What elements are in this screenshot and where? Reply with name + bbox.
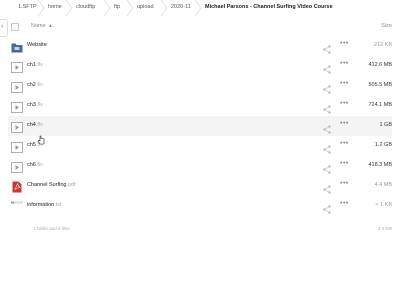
chevron-left-icon: ‹ — [1, 24, 3, 30]
file-list-header: Name ▲ Size — [8, 20, 392, 34]
file-row[interactable]: ch5.flv ••• 1.2 GB — [8, 136, 392, 156]
share-icon[interactable] — [323, 121, 331, 134]
file-row[interactable]: ch2.flv ••• 505.5 MB — [8, 76, 392, 96]
file-row[interactable]: Website ••• 212 KB — [8, 36, 392, 56]
file-name[interactable]: ch2.flv — [27, 82, 43, 88]
file-name[interactable]: Website — [27, 42, 47, 48]
file-row[interactable]: ch4.flv ••• 1 GB — [8, 116, 392, 136]
video-file-icon — [11, 100, 23, 113]
file-row[interactable]: ch1.flv ••• 412.6 MB — [8, 56, 392, 76]
file-size: 418.3 MB — [368, 162, 392, 168]
share-icon[interactable] — [323, 101, 331, 114]
file-extension: .flv — [35, 102, 43, 108]
share-icon[interactable] — [323, 61, 331, 74]
more-options-icon[interactable]: ••• — [340, 40, 349, 47]
file-extension: .flv — [35, 82, 43, 88]
breadcrumb-separator-icon — [126, 0, 136, 16]
select-all-checkbox[interactable] — [11, 23, 19, 31]
file-extension: .flv — [35, 122, 43, 128]
breadcrumb-item[interactable]: cloudftp — [76, 4, 95, 10]
name-column-header[interactable]: Name — [31, 23, 46, 29]
file-basename: ch5 — [27, 142, 36, 148]
file-basename: ch6 — [27, 162, 36, 168]
breadcrumb: 1.SFTP home cloudftp ftp upload 2020-11 Michae… — [0, 0, 400, 16]
file-basename: Website — [27, 42, 47, 48]
breadcrumb-item[interactable]: Michael Parsons - Channel Surfing Video … — [205, 4, 333, 10]
file-row[interactable]: ch3.flv ••• 724.1 MB — [8, 96, 392, 116]
breadcrumb-item[interactable]: upload — [137, 4, 154, 10]
file-extension: .flv — [35, 162, 43, 168]
breadcrumb-separator-icon — [194, 0, 204, 16]
share-icon[interactable] — [323, 201, 331, 214]
breadcrumb-separator-icon — [37, 0, 47, 16]
more-options-icon[interactable]: ••• — [340, 200, 349, 207]
file-basename: ch2 — [27, 82, 36, 88]
video-file-icon — [11, 80, 23, 93]
file-row[interactable]: ch6.flv ••• 418.3 MB — [8, 156, 392, 176]
sort-ascending-icon[interactable]: ▲ — [48, 23, 53, 29]
file-summary: 1 folder and 8 files 4.2 GB — [8, 224, 392, 236]
file-name[interactable]: information.txt — [27, 202, 62, 208]
share-icon[interactable] — [323, 181, 331, 194]
share-icon[interactable] — [323, 141, 331, 154]
more-options-icon[interactable]: ••• — [340, 160, 349, 167]
mouse-pointer-icon — [37, 135, 45, 145]
video-file-icon — [11, 60, 23, 73]
share-icon[interactable] — [323, 41, 331, 54]
file-basename: ch1 — [27, 62, 36, 68]
more-options-icon[interactable]: ••• — [340, 80, 349, 87]
file-name[interactable]: ch6.flv — [27, 162, 43, 168]
breadcrumb-separator-icon — [103, 0, 113, 16]
folder-icon — [11, 40, 23, 53]
pdf-file-icon — [11, 180, 23, 193]
breadcrumb-separator-icon — [65, 0, 75, 16]
file-extension: .flv — [35, 62, 43, 68]
more-options-icon[interactable]: ••• — [340, 60, 349, 67]
more-options-icon[interactable]: ••• — [340, 120, 349, 127]
breadcrumb-item[interactable]: home — [48, 4, 62, 10]
file-basename: ch4 — [27, 122, 36, 128]
breadcrumb-separator-icon — [160, 0, 170, 16]
text-file-icon — [11, 200, 23, 211]
file-size: 724.1 MB — [368, 102, 392, 108]
file-row[interactable]: information.txt ••• < 1 KB — [8, 196, 392, 216]
size-column-header[interactable]: Size — [381, 23, 392, 29]
share-icon[interactable] — [323, 161, 331, 174]
more-options-icon[interactable]: ••• — [340, 140, 349, 147]
more-options-icon[interactable]: ••• — [340, 180, 349, 187]
breadcrumb-item[interactable]: 2020-11 — [171, 4, 191, 10]
file-name[interactable]: ch4.flv — [27, 122, 43, 128]
file-extension: .txt — [54, 202, 62, 208]
file-size: 412.6 MB — [368, 62, 392, 68]
video-file-icon — [11, 120, 23, 133]
summary-count: 1 folder and 8 files — [33, 226, 70, 231]
file-basename: Channel Surfing — [27, 182, 67, 188]
file-basename: information — [27, 202, 55, 208]
file-extension: .pdf — [66, 182, 76, 188]
file-size: < 1 KB — [375, 202, 392, 208]
breadcrumb-item[interactable]: ftp — [114, 4, 120, 10]
file-size: 1 GB — [379, 122, 392, 128]
sidebar-toggle[interactable]: ‹ — [0, 19, 8, 37]
video-file-icon — [11, 140, 23, 153]
file-size: 212 KB — [373, 42, 392, 48]
file-basename: ch3 — [27, 102, 36, 108]
file-row[interactable]: Channel Surfing.pdf ••• 4.4 MB — [8, 176, 392, 196]
breadcrumb-item[interactable]: 1.SFTP — [18, 4, 37, 10]
file-name[interactable]: ch1.flv — [27, 62, 43, 68]
file-name[interactable]: ch3.flv — [27, 102, 43, 108]
more-options-icon[interactable]: ••• — [340, 100, 349, 107]
summary-total-size: 4.2 GB — [377, 226, 392, 231]
share-icon[interactable] — [323, 81, 331, 94]
file-size: 4.4 MB — [374, 182, 392, 188]
video-file-icon — [11, 160, 23, 173]
file-size: 505.5 MB — [368, 82, 392, 88]
file-size: 1.2 GB — [374, 142, 392, 148]
file-name[interactable]: Channel Surfing.pdf — [27, 182, 76, 188]
